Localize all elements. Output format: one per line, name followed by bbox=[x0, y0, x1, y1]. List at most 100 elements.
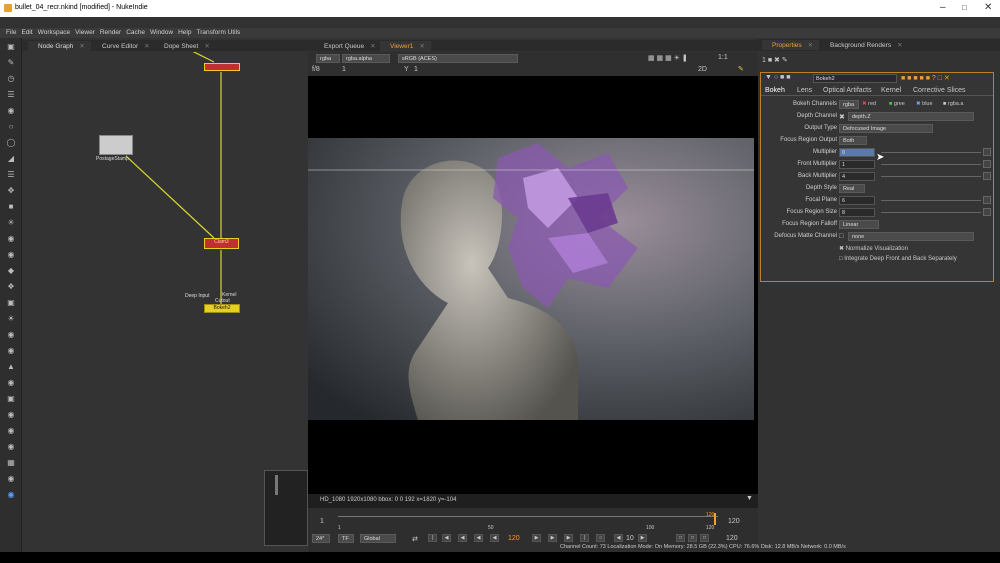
merge-icon[interactable]: ◢ bbox=[6, 154, 16, 163]
viewer-canvas[interactable] bbox=[308, 76, 758, 494]
node-graph-minimap[interactable] bbox=[264, 470, 308, 546]
node-panel-icons[interactable]: ▼ ○ ■ ■ bbox=[765, 74, 790, 81]
plugin-c-icon[interactable]: ▲ bbox=[6, 362, 16, 371]
tab-bokeh[interactable]: Bokeh bbox=[765, 87, 785, 94]
step-value[interactable]: 10 bbox=[626, 535, 634, 542]
play-back-button[interactable]: ◀ bbox=[490, 534, 499, 542]
node-graph[interactable]: PostageStamp Clam3 Deep Input Kernel Cut… bbox=[22, 52, 308, 552]
plugin-b-icon[interactable]: ◉ bbox=[6, 346, 16, 355]
loop-button[interactable]: ○ bbox=[596, 534, 605, 542]
particles-icon[interactable]: ✳ bbox=[6, 218, 16, 227]
plugin-g-icon[interactable]: ◉ bbox=[6, 426, 16, 435]
merge-node[interactable]: Clam3 bbox=[204, 238, 239, 249]
focus-region-falloff-dropdown[interactable]: Linear bbox=[839, 220, 879, 229]
metadata-icon[interactable]: ◆ bbox=[6, 266, 16, 275]
alpha-channel-dropdown[interactable]: rgba.alpha bbox=[342, 54, 390, 63]
menu-viewer[interactable]: Viewer bbox=[75, 28, 100, 38]
back-multiplier-field[interactable]: 4 bbox=[839, 172, 875, 181]
plugin-e-icon[interactable]: ▣ bbox=[6, 394, 16, 403]
plugin-f-icon[interactable]: ◉ bbox=[6, 410, 16, 419]
animation-icon[interactable] bbox=[983, 196, 991, 204]
front-multiplier-field[interactable]: 1 bbox=[839, 160, 875, 169]
animation-icon[interactable] bbox=[983, 172, 991, 180]
blue-channel-toggle[interactable]: ✖ blue bbox=[916, 101, 933, 107]
node-panel-actions[interactable]: ■ ■ ■ ■ ■ ? □ ✕ bbox=[901, 74, 950, 82]
integrate-checkbox[interactable]: □ Integrate Deep Front and Back Separate… bbox=[839, 256, 957, 262]
close-icon[interactable]: ✕ bbox=[897, 42, 902, 49]
red-channel-toggle[interactable]: ✖ red bbox=[862, 101, 876, 107]
channel-icon[interactable]: ☰ bbox=[6, 90, 16, 99]
focal-plane-field[interactable]: 6 bbox=[839, 196, 875, 205]
timeline-end[interactable]: 120 bbox=[728, 518, 740, 525]
menu-workspace[interactable]: Workspace bbox=[38, 28, 75, 38]
step-forward-button[interactable]: ▶ bbox=[638, 534, 647, 542]
color-icon[interactable]: ◉ bbox=[6, 106, 16, 115]
front-multiplier-slider[interactable] bbox=[881, 164, 981, 165]
tab-lens[interactable]: Lens bbox=[797, 87, 812, 94]
close-icon[interactable]: ✕ bbox=[204, 43, 209, 50]
first-frame-button[interactable]: | bbox=[428, 534, 437, 542]
tab-optical-artifacts[interactable]: Optical Artifacts bbox=[823, 87, 872, 94]
plugin-i-icon[interactable]: ◉ bbox=[6, 474, 16, 483]
tf-dropdown[interactable]: TF bbox=[338, 534, 354, 543]
fps-dropdown[interactable]: 24* bbox=[312, 534, 330, 543]
alpha-channel-toggle[interactable]: ■ rgba.a bbox=[943, 101, 963, 107]
draw-icon[interactable]: ✎ bbox=[6, 58, 16, 67]
menu-help[interactable]: Help bbox=[178, 28, 196, 38]
view-mode[interactable]: 2D bbox=[698, 66, 707, 73]
image-icon[interactable]: ▣ bbox=[6, 42, 16, 51]
maximize-icon[interactable]: □ bbox=[962, 3, 967, 12]
prev-key-button[interactable]: ◀ bbox=[442, 534, 451, 542]
back-button[interactable]: ◀ bbox=[474, 534, 483, 542]
viewer-tools-icons[interactable]: ▦ ▦ ▦ ☀ ❚ bbox=[648, 54, 688, 62]
gain-value[interactable]: 1 bbox=[342, 66, 346, 73]
depth-enable-checkbox[interactable]: ✖ bbox=[839, 113, 845, 121]
close-icon[interactable]: ✕ bbox=[808, 42, 813, 49]
views-icon[interactable]: ◉ bbox=[6, 250, 16, 259]
close-icon[interactable]: ✕ bbox=[419, 43, 424, 50]
menu-edit[interactable]: Edit bbox=[21, 28, 37, 38]
chevron-down-icon[interactable]: ▼ bbox=[746, 495, 753, 502]
properties-toolbar-icons[interactable]: 1 ■ ✖ ✎ bbox=[762, 56, 788, 64]
multiplier-field[interactable]: 0 bbox=[839, 148, 875, 157]
tab-background-renders[interactable]: Background Renders ✕ bbox=[820, 40, 909, 50]
close-icon[interactable]: ✕ bbox=[144, 43, 149, 50]
scope-dropdown[interactable]: Global bbox=[360, 534, 396, 543]
tab-export-queue[interactable]: Export Queue ✕ bbox=[314, 41, 382, 51]
bokeh-channels-dropdown[interactable]: rgba bbox=[839, 100, 859, 109]
focal-plane-slider[interactable] bbox=[881, 200, 981, 201]
channel-set-dropdown[interactable]: rgba bbox=[316, 54, 340, 63]
menu-file[interactable]: File bbox=[6, 28, 21, 38]
in-out-button[interactable]: □ bbox=[676, 534, 685, 542]
bokeh-node[interactable]: Bokeh2 bbox=[204, 304, 240, 313]
animation-icon[interactable] bbox=[983, 208, 991, 216]
tab-dope-sheet[interactable]: Dope Sheet ✕ bbox=[154, 41, 216, 51]
multiplier-slider[interactable] bbox=[881, 152, 981, 153]
postage-stamp-node[interactable] bbox=[99, 135, 133, 155]
tab-viewer1[interactable]: Viewer1 ✕ bbox=[380, 41, 431, 51]
out-frame[interactable]: 120 bbox=[726, 535, 738, 542]
next-key-button[interactable]: ▶ bbox=[564, 534, 573, 542]
focus-region-size-field[interactable]: 8 bbox=[839, 208, 875, 217]
tab-properties[interactable]: Properties ✕ bbox=[762, 40, 820, 50]
colorspace-dropdown[interactable]: sRGB (ACES) bbox=[398, 54, 518, 63]
3d-icon[interactable]: ■ bbox=[6, 202, 16, 211]
grid-icon[interactable]: ▦ bbox=[6, 458, 16, 467]
transform-icon[interactable]: ✥ bbox=[6, 186, 16, 195]
timeline-ruler[interactable] bbox=[338, 513, 718, 526]
tab-curve-editor[interactable]: Curve Editor ✕ bbox=[92, 41, 156, 51]
last-frame-button[interactable]: | bbox=[580, 534, 589, 542]
gamma-value[interactable]: 1 bbox=[414, 66, 418, 73]
other-icon[interactable]: ▣ bbox=[6, 298, 16, 307]
animation-icon[interactable] bbox=[983, 148, 991, 156]
depth-channel-dropdown[interactable]: depth.Z bbox=[848, 112, 974, 121]
plugin-j-icon[interactable]: ◉ bbox=[6, 490, 16, 499]
sync-icon[interactable]: ⇄ bbox=[412, 535, 418, 543]
prev-frame-button[interactable]: ◀ bbox=[458, 534, 467, 542]
menu-window[interactable]: Window bbox=[150, 28, 178, 38]
close-icon[interactable]: ✕ bbox=[370, 43, 375, 50]
normalize-checkbox[interactable]: ✖ Normalize Visualization bbox=[839, 245, 908, 252]
minimize-icon[interactable]: – bbox=[940, 2, 946, 13]
frame-field[interactable]: 120 bbox=[508, 535, 520, 542]
back-multiplier-slider[interactable] bbox=[881, 176, 981, 177]
